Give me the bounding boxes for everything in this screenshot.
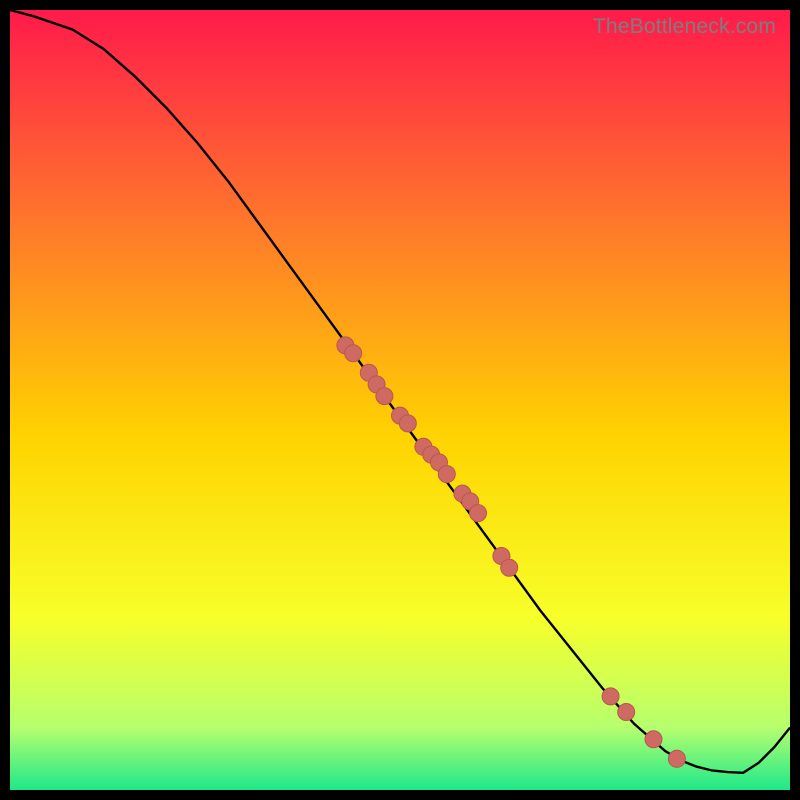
data-marker — [668, 750, 685, 767]
data-marker — [618, 704, 635, 721]
chart-svg — [10, 10, 790, 790]
chart-frame: TheBottleneck.com — [10, 10, 790, 790]
data-marker — [399, 415, 416, 432]
data-marker — [376, 388, 393, 405]
watermark-text: TheBottleneck.com — [593, 15, 776, 39]
data-marker — [345, 345, 362, 362]
data-marker — [438, 466, 455, 483]
data-marker — [645, 731, 662, 748]
data-marker — [602, 688, 619, 705]
gradient-background — [10, 10, 790, 790]
data-marker — [501, 559, 518, 576]
data-marker — [470, 505, 487, 522]
